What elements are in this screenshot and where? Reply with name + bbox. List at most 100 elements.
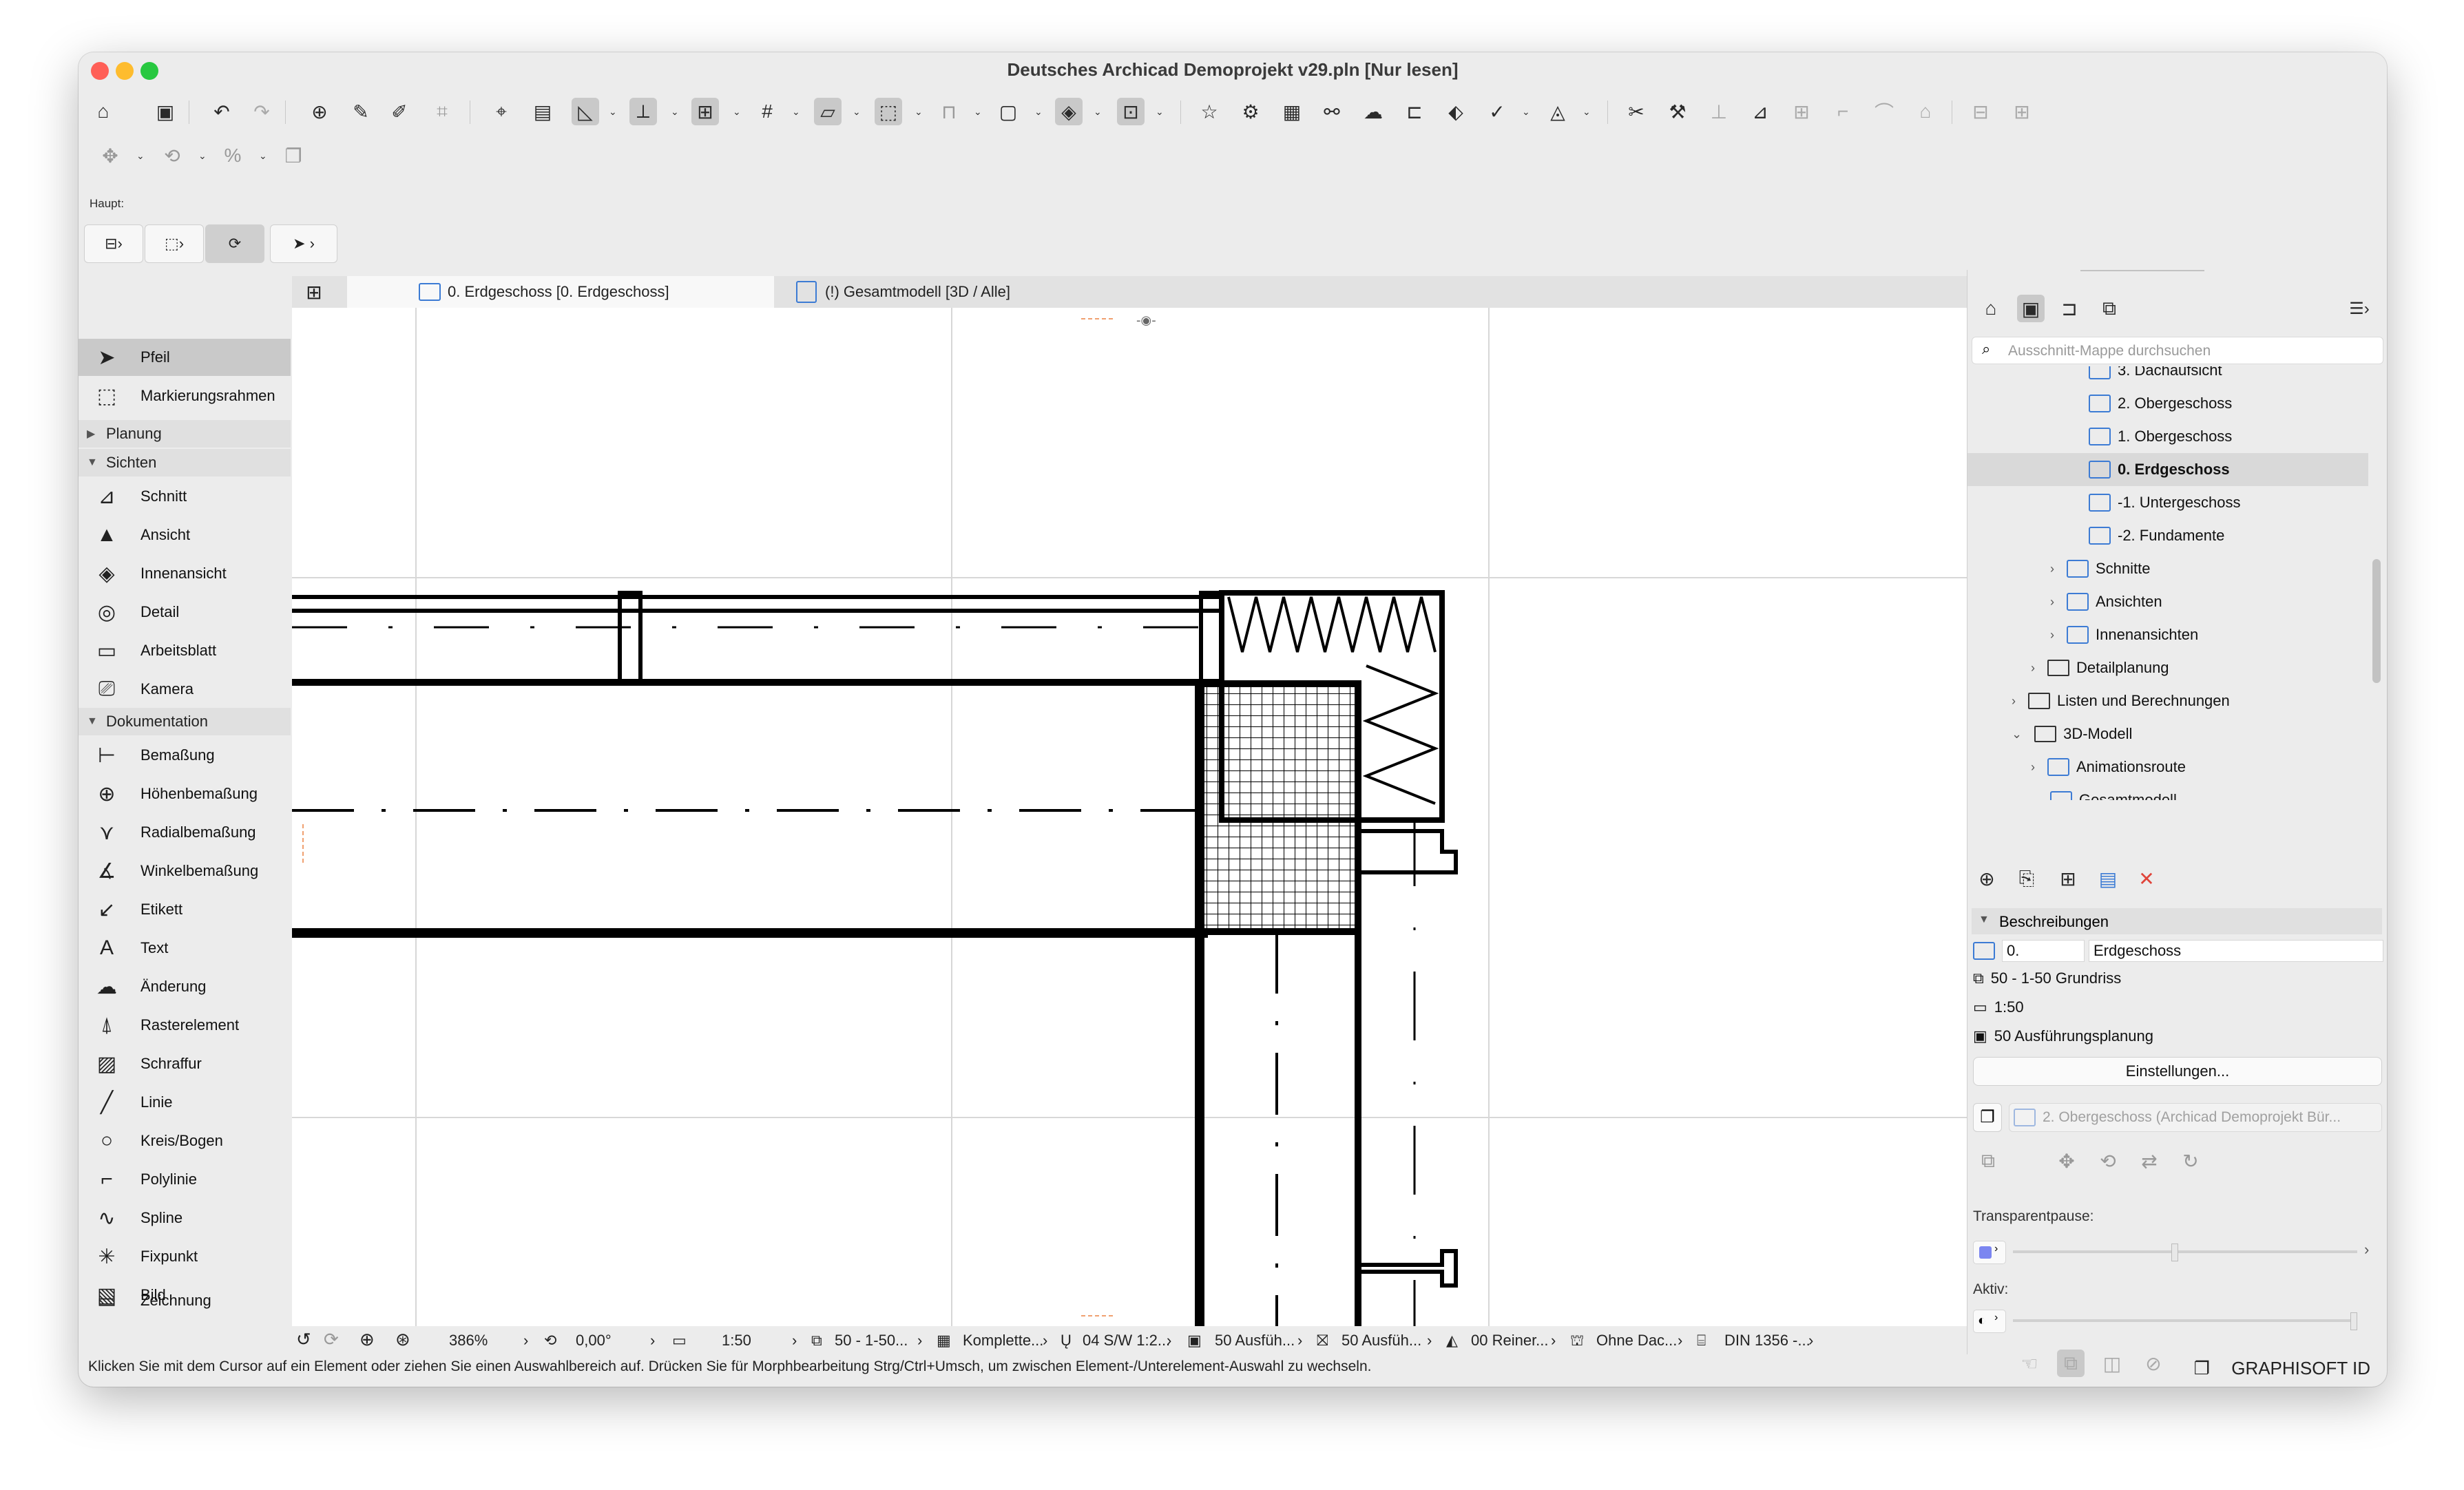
tag-icon[interactable]: ⬖ <box>1442 98 1470 125</box>
trace-toggle-icon[interactable]: ❐ <box>1973 1103 2002 1132</box>
tool-worksheet[interactable]: ▭ Arbeitsblatt <box>79 632 291 669</box>
active-slider-thumb[interactable] <box>2350 1312 2357 1330</box>
tab-floor-plan[interactable]: 0. Erdgeschoss [0. Erdgeschoss] <box>347 276 774 308</box>
renovation-value[interactable]: 00 Reiner... <box>1471 1332 1549 1350</box>
tool-text[interactable]: A Text <box>79 930 291 967</box>
distribute-icon[interactable]: ⊟ <box>1967 98 1994 125</box>
chevron-down-icon[interactable]: ⌄ <box>1583 106 1591 118</box>
panel-menu-icon[interactable]: ☰› <box>2339 295 2379 322</box>
tool-interior-elevation[interactable]: ◈ Innenansicht <box>79 555 291 592</box>
chevron-down-icon[interactable]: ⌄ <box>259 150 267 162</box>
chevron-right-icon[interactable]: › <box>2050 595 2054 609</box>
mvo-value[interactable]: 50 Ausfüh... <box>1215 1332 1295 1350</box>
tool-change[interactable]: ☁ Änderung <box>79 968 291 1005</box>
view-id-field[interactable]: 0. <box>2002 940 2085 962</box>
angle-value[interactable]: 0,00° <box>576 1332 612 1350</box>
tree-item[interactable]: › Ansichten <box>1967 585 2368 618</box>
zoom-in-icon[interactable]: ⊕ <box>359 1329 375 1350</box>
new-view-icon[interactable]: ⊕ <box>1973 865 2001 892</box>
tool-hotspot[interactable]: ✳ Fixpunkt <box>79 1238 291 1275</box>
project-map-icon[interactable]: ⌂ <box>1977 295 2005 322</box>
magic-wand-icon[interactable]: ⌗ <box>428 98 456 125</box>
chevron-right-icon[interactable]: › <box>1167 1332 1171 1350</box>
publisher-icon[interactable]: ⧉ <box>2096 295 2123 322</box>
chevron-down-icon[interactable]: ⌄ <box>853 106 861 118</box>
drawing-canvas[interactable]: -◉- <box>292 308 2183 1327</box>
lock-icon[interactable]: ⊓ <box>935 98 963 125</box>
tree-folder[interactable]: ⌄ 3D-Modell <box>1967 717 2368 751</box>
chevron-right-icon[interactable]: › <box>1297 1332 1302 1350</box>
undo-icon[interactable]: ↶ <box>208 98 236 125</box>
chevron-down-icon[interactable]: ⌄ <box>1522 106 1530 118</box>
active-slider[interactable] <box>2013 1319 2357 1322</box>
chevron-down-icon[interactable]: ⌄ <box>2012 727 2022 742</box>
shape-icon[interactable]: ◬ <box>1544 98 1572 125</box>
tree-item[interactable]: -2. Fundamente <box>1967 519 2368 552</box>
tree-item[interactable]: 1. Obergeschoss <box>1967 420 2368 453</box>
view-name-field[interactable]: Erdgeschoss <box>2089 940 2383 962</box>
tool-line[interactable]: ╱ Linie <box>79 1084 291 1121</box>
trace-compare-icon[interactable]: ⧉ <box>1974 1147 2002 1175</box>
graphisoft-id-link[interactable]: ❐ GRAPHISOFT ID <box>2194 1358 2370 1379</box>
tab-3d-model[interactable]: (!) Gesamtmodell [3D / Alle] <box>788 276 1118 308</box>
snap-guides-icon[interactable]: ⟂ <box>629 98 657 125</box>
chevron-down-icon[interactable]: ⌄ <box>136 150 145 162</box>
tree-item[interactable]: 2. Obergeschoss <box>1967 387 2368 420</box>
trace-source-select[interactable]: 2. Obergeschoss (Archicad Demoprojekt Bü… <box>2009 1103 2382 1132</box>
trace-switch-icon[interactable]: ⇄ <box>2136 1147 2163 1175</box>
active-color-button[interactable]: ◐ › <box>1973 1310 2006 1333</box>
chevron-down-icon[interactable]: ⌄ <box>1156 106 1164 118</box>
view-map-icon[interactable]: ▣ <box>2017 295 2045 322</box>
tool-polyline[interactable]: ⌐ Polylinie <box>79 1161 291 1198</box>
fit-window-icon[interactable]: ⊛ <box>395 1329 410 1350</box>
trace-color-button[interactable]: › <box>1973 1241 2006 1264</box>
trace-rotate-icon[interactable]: ⟲ <box>2094 1147 2122 1175</box>
split-icon[interactable]: ✂ <box>1622 98 1650 125</box>
trace-slider-thumb[interactable] <box>2171 1244 2178 1261</box>
elevate-icon[interactable]: ⊥ <box>1705 98 1733 125</box>
tree-item[interactable]: Gesamtmodell <box>1967 784 2368 800</box>
tree-item[interactable]: › Animationsroute <box>1967 751 2368 784</box>
chevron-right-icon[interactable]: › <box>2012 694 2016 709</box>
element-settings-icon[interactable]: ⚙ <box>1237 98 1264 125</box>
tree-item[interactable]: › Schnitte <box>1967 552 2368 585</box>
tool-arrow[interactable]: ➤ Pfeil <box>79 339 291 376</box>
tool-elevation[interactable]: ▲ Ansicht <box>79 516 291 554</box>
tool-camera[interactable]: ⎚ Kamera <box>79 671 291 708</box>
scale-row[interactable]: ▭ 1:50 <box>1973 994 2024 1020</box>
tree-item[interactable]: › Innenansichten <box>1967 618 2368 651</box>
tool-radial-dimension[interactable]: ⋎ Radialbemaßung <box>79 814 291 851</box>
view-map-search[interactable]: ⌕ Ausschnitt-Mappe durchsuchen <box>1972 337 2383 364</box>
chevron-right-icon[interactable]: › <box>792 1332 797 1350</box>
chevron-right-icon[interactable]: › <box>1551 1332 1556 1350</box>
guide-lines-icon[interactable]: ◺ <box>572 98 599 125</box>
chevron-down-icon[interactable]: ⌄ <box>974 106 982 118</box>
tool-spline[interactable]: ∿ Spline <box>79 1199 291 1237</box>
3d-cut-icon[interactable]: ◈ <box>1055 98 1083 125</box>
chevron-right-icon[interactable]: › <box>1043 1332 1047 1350</box>
tool-grid-element[interactable]: ⍋ Rasterelement <box>79 1007 291 1044</box>
duplicate-icon[interactable]: ❐ <box>280 142 307 169</box>
properties-section-header[interactable]: ▼ Beschreibungen <box>1972 908 2382 934</box>
tree-item[interactable]: -1. Untergeschoss <box>1967 486 2368 519</box>
tool-drawing[interactable]: ▭ Zeichnung <box>79 1282 291 1319</box>
tree-folder[interactable]: › Detailplanung <box>1967 651 2368 684</box>
chevron-right-icon[interactable]: › <box>650 1332 655 1350</box>
eyedropper-icon[interactable]: ✎ <box>347 98 375 125</box>
zoom-value[interactable]: 386% <box>449 1332 488 1350</box>
roof-value[interactable]: Ohne Dac... <box>1596 1332 1677 1350</box>
mvo-row[interactable]: ▣ 50 Ausführungsplanung <box>1973 1023 2153 1049</box>
rotate-marquee-icon[interactable]: ⟳ <box>205 224 264 263</box>
trace-reference-icon[interactable]: ⧉ <box>2057 1350 2085 1377</box>
adjust-icon[interactable]: ⚒ <box>1664 98 1691 125</box>
coordinates-icon[interactable]: ▤ <box>529 98 556 125</box>
fill-icon[interactable]: ⊏ <box>1401 98 1428 125</box>
group-design[interactable]: ▶ Planung <box>79 420 291 448</box>
roof-icon[interactable]: ⌂ <box>1912 98 1939 125</box>
tool-detail[interactable]: ◎ Detail <box>79 594 291 631</box>
resize-icon[interactable]: ⊿ <box>1746 98 1774 125</box>
find-select-icon[interactable]: ⊕ <box>306 98 333 125</box>
tab-overview-icon[interactable]: ⊞ <box>297 276 331 308</box>
teamwork-icon[interactable]: ☁ <box>1359 98 1387 125</box>
standard-value[interactable]: DIN 1356 -... <box>1724 1332 1810 1350</box>
